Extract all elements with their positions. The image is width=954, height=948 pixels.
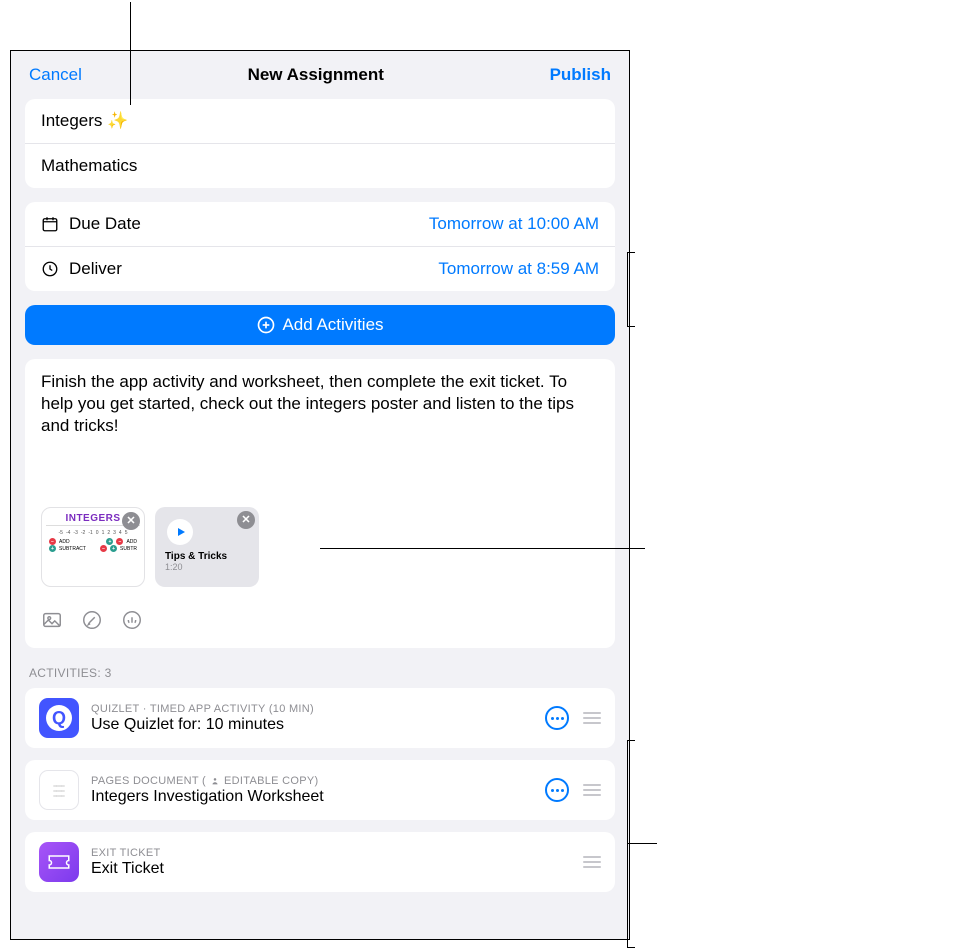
person-icon	[210, 775, 220, 787]
add-audio-icon[interactable]	[121, 609, 143, 636]
activity-editable-badge: EDITABLE COPY)	[224, 775, 318, 787]
assignment-class-text: Mathematics	[41, 156, 137, 176]
schedule-section: Due Date Tomorrow at 10:00 AM Deliver To…	[25, 202, 615, 291]
assignment-info-section: Integers ✨ Mathematics	[25, 99, 615, 188]
deliver-row[interactable]: Deliver Tomorrow at 8:59 AM	[25, 246, 615, 291]
play-icon[interactable]	[167, 519, 193, 545]
activity-title: Use Quizlet for: 10 minutes	[91, 716, 533, 734]
drag-handle-icon[interactable]	[583, 784, 601, 796]
publish-button[interactable]: Publish	[550, 65, 611, 85]
drag-handle-icon[interactable]	[583, 856, 601, 868]
deliver-value: Tomorrow at 8:59 AM	[438, 259, 599, 279]
calendar-icon	[41, 215, 59, 233]
due-date-row[interactable]: Due Date Tomorrow at 10:00 AM	[25, 202, 615, 246]
assignment-name-text: Integers ✨	[41, 111, 128, 131]
attachment-audio[interactable]: ✕ Tips & Tricks 1:20	[155, 507, 259, 587]
remove-attachment-icon[interactable]: ✕	[237, 511, 255, 529]
activities-header: ACTIVITIES: 3	[29, 666, 611, 680]
audio-duration: 1:20	[165, 562, 251, 572]
clock-icon	[41, 260, 59, 278]
assignment-name-field[interactable]: Integers ✨	[25, 99, 615, 143]
due-date-label: Due Date	[69, 214, 141, 234]
attachment-toolbar	[41, 605, 599, 636]
activity-meta: PAGES DOCUMENT (	[91, 775, 206, 787]
header-bar: Cancel New Assignment Publish	[11, 51, 629, 99]
activity-meta: EXIT TICKET	[91, 847, 161, 859]
more-options-icon[interactable]	[545, 706, 569, 730]
activity-row[interactable]: ▭▭▭▭▭▭▭▭▭ PAGES DOCUMENT ( EDITABLE COPY…	[25, 760, 615, 820]
activity-title: Integers Investigation Worksheet	[91, 788, 533, 806]
due-date-value: Tomorrow at 10:00 AM	[429, 214, 599, 234]
add-drawing-icon[interactable]	[81, 609, 103, 636]
more-options-icon[interactable]	[545, 778, 569, 802]
attachment-poster[interactable]: ✕ INTEGERS -5-4-3-2-1012345 −ADD+−ADD +S…	[41, 507, 145, 587]
instructions-text[interactable]: Finish the app activity and worksheet, t…	[41, 371, 599, 437]
add-activities-button[interactable]: Add Activities	[25, 305, 615, 345]
activity-meta: QUIZLET · TIMED APP ACTIVITY (10 MIN)	[91, 703, 314, 715]
cancel-button[interactable]: Cancel	[29, 65, 82, 85]
assignment-class-field[interactable]: Mathematics	[25, 143, 615, 188]
add-activities-label: Add Activities	[282, 315, 383, 335]
new-assignment-sheet: Cancel New Assignment Publish Integers ✨…	[10, 50, 630, 940]
exit-ticket-icon	[39, 842, 79, 882]
drag-handle-icon[interactable]	[583, 712, 601, 724]
page-title: New Assignment	[248, 65, 384, 85]
activity-title: Exit Ticket	[91, 860, 571, 878]
deliver-label: Deliver	[69, 259, 122, 279]
pages-document-icon: ▭▭▭▭▭▭▭▭▭	[39, 770, 79, 810]
quizlet-icon: Q	[39, 698, 79, 738]
add-image-icon[interactable]	[41, 609, 63, 636]
activity-row[interactable]: EXIT TICKET Exit Ticket	[25, 832, 615, 892]
instructions-section: Finish the app activity and worksheet, t…	[25, 359, 615, 648]
audio-name: Tips & Tricks	[165, 551, 251, 562]
activity-row[interactable]: Q QUIZLET · TIMED APP ACTIVITY (10 MIN) …	[25, 688, 615, 748]
plus-circle-icon	[256, 315, 276, 335]
